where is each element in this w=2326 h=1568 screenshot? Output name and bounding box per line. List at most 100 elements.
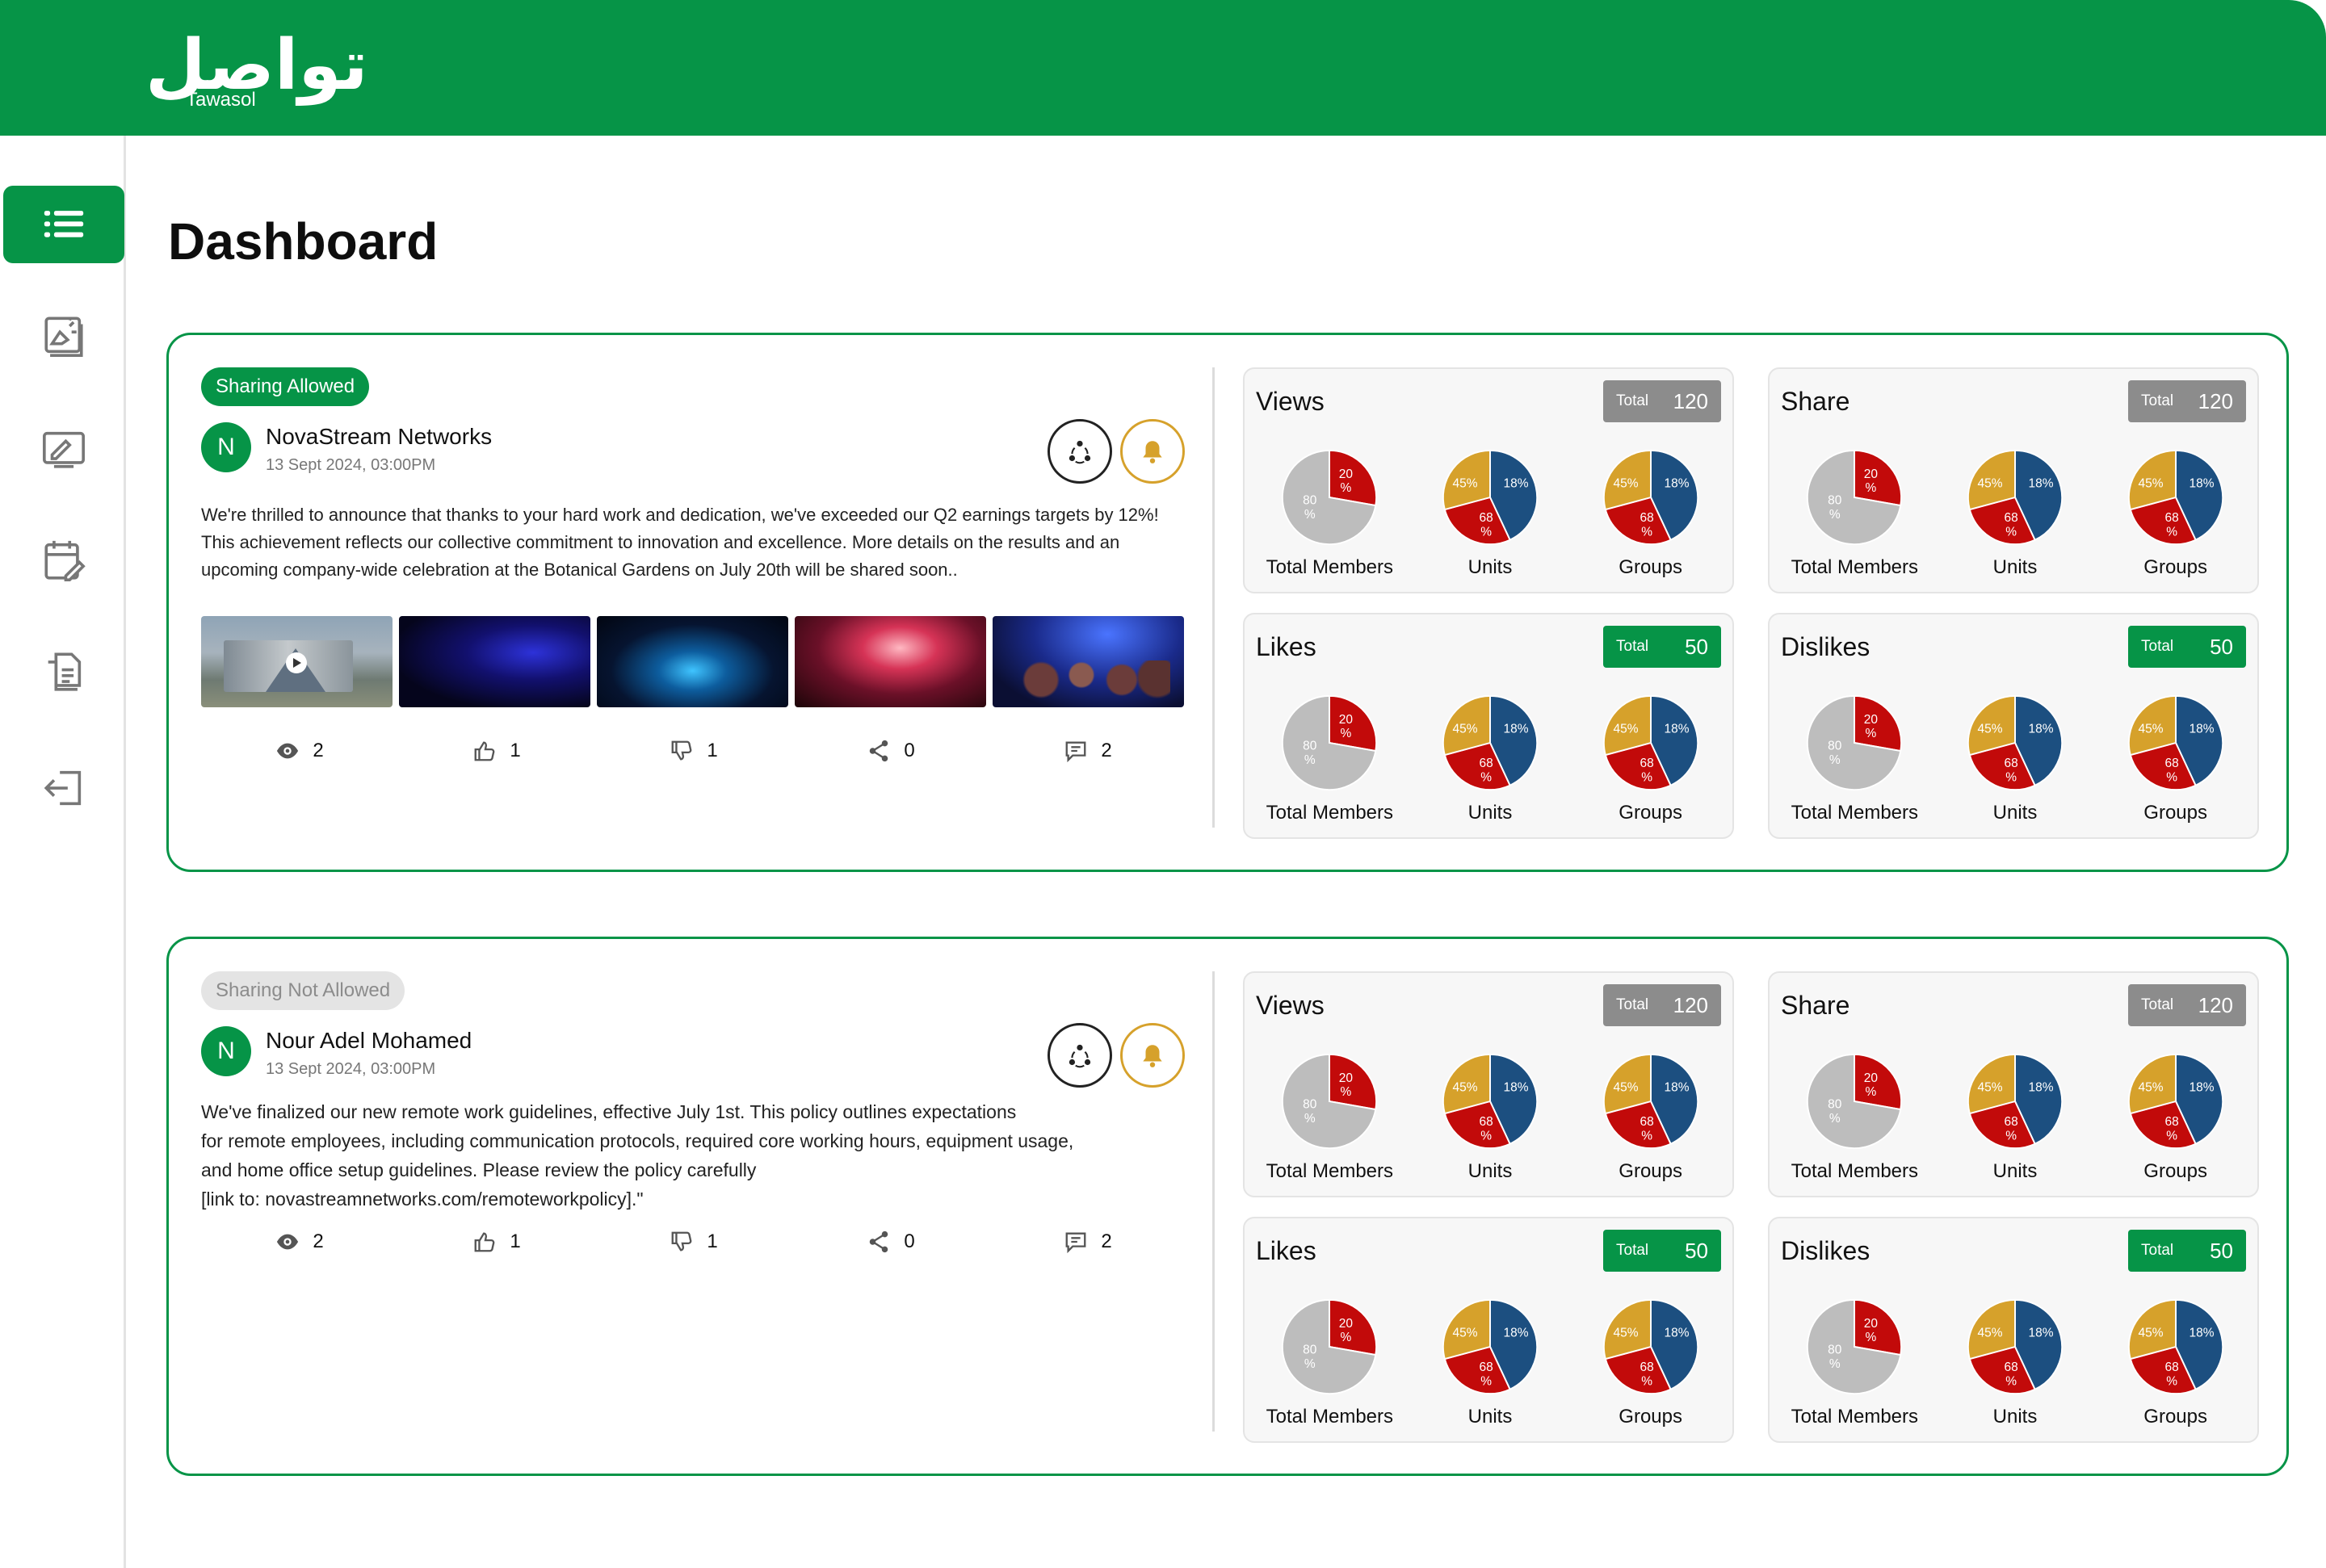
likes-count: 1 [510, 740, 521, 761]
pie-total-members[interactable]: 20% 80% Total Members [1778, 692, 1931, 824]
pie-total-members[interactable]: 20% 80% Total Members [1778, 1050, 1931, 1183]
author-name[interactable]: Nour Adel Mohamed [266, 1028, 472, 1054]
units-pie: 45% 18% 68% [1442, 694, 1539, 791]
pie-units[interactable]: 45% 18% 68% Units [1413, 692, 1567, 824]
post-body: We're thrilled to announce that thanks t… [201, 505, 1159, 580]
pie-label-major: % [1304, 1357, 1316, 1371]
likes-stat[interactable]: 1 [472, 739, 521, 763]
gallery-thumb-concert[interactable] [795, 616, 986, 707]
pie-label-a: 45% [1452, 1326, 1477, 1340]
pie-caption: Units [1467, 1160, 1513, 1182]
gallery-thumb-light-streak[interactable] [597, 616, 788, 707]
dislikes-stat[interactable]: 1 [670, 739, 718, 763]
gallery-thumb-building[interactable] [201, 616, 393, 707]
pie-total-members[interactable]: 20% 80% Total Members [1778, 1296, 1931, 1428]
play-icon[interactable] [286, 652, 307, 673]
groups-pie: 45% 18% 68% [2127, 449, 2223, 546]
pie-label-b: 18% [1664, 1080, 1689, 1094]
metric-pies: 20% 80% Total Members 45% 18% 68% Units 45%… [1770, 447, 2261, 579]
share-settings-button[interactable] [1048, 419, 1112, 484]
sidebar-item-documents[interactable] [3, 633, 124, 711]
pie-label-c: 68 [2005, 511, 2018, 525]
pie-groups[interactable]: 45% 18% 68% Groups [2099, 692, 2253, 824]
shares-stat[interactable]: 0 [867, 1230, 915, 1254]
pie-units[interactable]: 45% 18% 68% Units [1413, 1296, 1567, 1428]
metric-panel-dislikes: Dislikes Total 50 20% 80% Total Members 4… [1768, 613, 2259, 839]
views-stat[interactable]: 2 [275, 1230, 324, 1254]
likes-stat[interactable]: 1 [472, 1230, 521, 1254]
metric-panel-likes: Likes Total 50 20% 80% Total Members 45% 1… [1243, 613, 1734, 839]
pie-label-c: 68 [1480, 1115, 1493, 1129]
pie-label-minor: 20 [1339, 467, 1354, 481]
pie-units[interactable]: 45% 18% 68% Units [1938, 692, 2092, 824]
app-logo[interactable]: تواصل Tawasol [145, 31, 368, 111]
sidebar-item-calendar[interactable] [3, 522, 124, 599]
pie-total-members[interactable]: 20% 80% Total Members [1253, 1050, 1406, 1183]
pie-label-a: 45% [1977, 476, 2002, 490]
pie-label-b: 18% [1664, 1326, 1689, 1340]
gallery-thumb-blue-waves[interactable] [399, 616, 590, 707]
pie-label-a: 45% [2138, 476, 2163, 490]
pie-groups[interactable]: 45% 18% 68% Groups [1574, 692, 1728, 824]
pie-units[interactable]: 45% 18% 68% Units [1938, 447, 2092, 579]
share-settings-button[interactable] [1048, 1023, 1112, 1088]
members-pie: 20%80% [1282, 449, 1378, 546]
sharing-status-badge: Sharing Allowed [201, 367, 370, 406]
comments-stat[interactable]: 2 [1064, 1230, 1112, 1254]
pie-label-minor: 20 [1864, 1317, 1879, 1331]
pie-label-c: 68 [2005, 1360, 2018, 1374]
author-name[interactable]: NovaStream Networks [266, 424, 492, 450]
sidebar-item-signatures[interactable] [3, 410, 124, 488]
pie-label-a: 45% [1613, 722, 1638, 736]
pie-caption: Groups [2143, 556, 2207, 578]
pie-groups[interactable]: 45% 18% 68% Groups [1574, 1050, 1728, 1183]
pie-units[interactable]: 45% 18% 68% Units [1938, 1296, 2092, 1428]
shares-count: 0 [904, 740, 915, 761]
pie-groups[interactable]: 45% 18% 68% Groups [1574, 1296, 1728, 1428]
sidebar-item-logout[interactable] [3, 749, 124, 827]
pie-units[interactable]: 45% 18% 68% Units [1413, 1050, 1567, 1183]
pie-total-members[interactable]: 20% 80% Total Members [1778, 447, 1931, 579]
pie-total-members[interactable]: 20% 80% Total Members [1253, 1296, 1406, 1428]
pie-label-a: 45% [1452, 1080, 1477, 1094]
total-label: Total [2141, 1242, 2174, 1259]
post-card: Sharing Allowed N NovaStream Networks 13… [166, 333, 2289, 872]
metric-title: Share [1781, 387, 1850, 416]
pie-groups[interactable]: 45% 18% 68% Groups [2099, 1050, 2253, 1183]
sidebar-item-dashboard[interactable] [3, 186, 124, 263]
metric-panel-views: Views Total 120 20% 80% Total Members 45%… [1243, 367, 1734, 593]
sidebar-item-announcements[interactable] [3, 297, 124, 375]
pie-total-members[interactable]: 20% 80% Total Members [1253, 447, 1406, 579]
pie-label-major: % [1829, 508, 1841, 522]
pie-label-minor: 20 [1339, 1317, 1354, 1331]
metric-panel-share: Share Total 120 20% 80% Total Members 45%… [1768, 367, 2259, 593]
pie-groups[interactable]: 45% 18% 68% Groups [2099, 1296, 2253, 1428]
pie-caption: Total Members [1266, 1406, 1394, 1428]
pie-groups[interactable]: 45% 18% 68% Groups [1574, 447, 1728, 579]
pie-label-major: % [1829, 1112, 1841, 1126]
likes-count: 1 [510, 1231, 521, 1252]
pie-caption: Groups [1619, 802, 1682, 824]
gallery-thumb-audience[interactable] [993, 616, 1184, 707]
pie-total-members[interactable]: 20% 80% Total Members [1253, 692, 1406, 824]
total-value: 120 [2198, 388, 2233, 413]
shares-stat[interactable]: 0 [867, 739, 915, 763]
bell-icon [1143, 441, 1162, 463]
pie-label-major: 80 [1828, 740, 1842, 753]
sharing-status-badge: Sharing Not Allowed [201, 971, 405, 1010]
notify-button[interactable] [1120, 1023, 1185, 1088]
comments-stat[interactable]: 2 [1064, 739, 1112, 763]
pie-groups[interactable]: 45% 18% 68% Groups [2099, 447, 2253, 579]
pie-units[interactable]: 45% 18% 68% Units [1938, 1050, 2092, 1183]
groups-pie: 45% 18% 68% [1602, 1298, 1698, 1395]
metric-pies: 20% 80% Total Members 45% 18% 68% Units 45%… [1245, 1050, 1736, 1183]
views-stat[interactable]: 2 [275, 739, 324, 763]
units-pie: 45% 18% 68% [1967, 449, 2064, 546]
pie-units[interactable]: 45% 18% 68% Units [1413, 447, 1567, 579]
pie-label-a: 45% [1613, 1080, 1638, 1094]
pie-caption: Units [1467, 556, 1513, 578]
dislikes-stat[interactable]: 1 [670, 1230, 718, 1254]
pie-label-c: 68 [2005, 757, 2018, 770]
pie-caption: Total Members [1791, 556, 1919, 578]
notify-button[interactable] [1120, 419, 1185, 484]
